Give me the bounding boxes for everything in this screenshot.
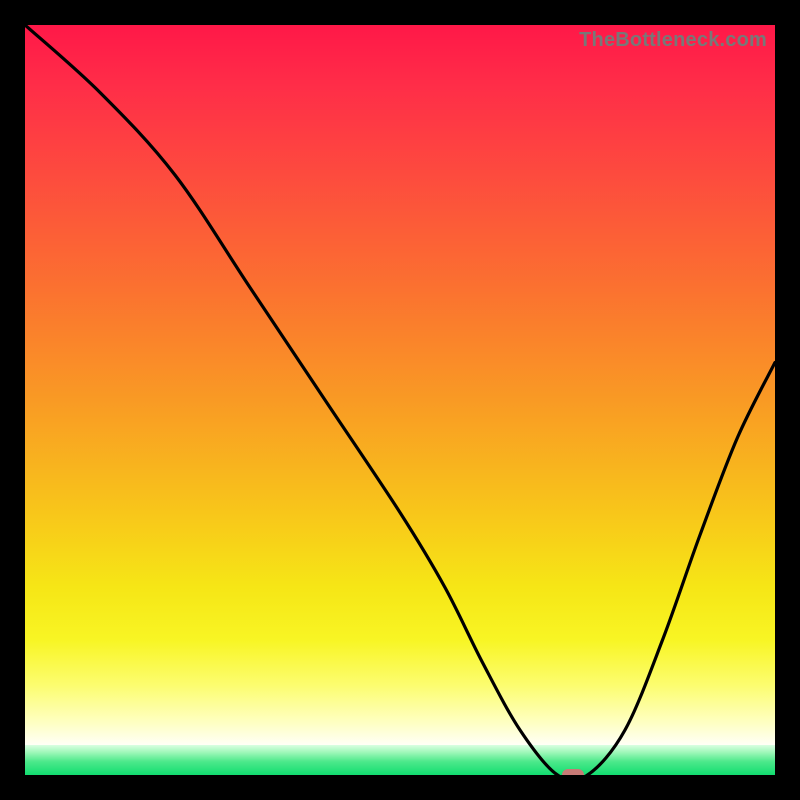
credit-text: TheBottleneck.com [579, 29, 767, 52]
bottleneck-curve-path [25, 25, 775, 775]
chart-stage: TheBottleneck.com [0, 0, 800, 800]
curve-svg [25, 25, 775, 775]
min-marker [562, 769, 584, 775]
plot-area: TheBottleneck.com [25, 25, 775, 775]
